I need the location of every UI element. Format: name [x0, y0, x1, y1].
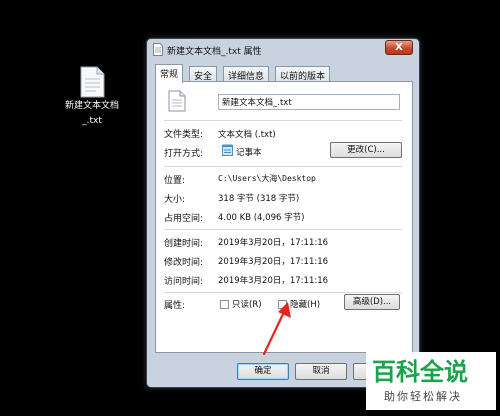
close-button[interactable]: X: [385, 40, 413, 55]
svg-text:百科全说: 百科全说: [372, 358, 468, 386]
accessed-label: 访问时间:: [164, 277, 204, 287]
modified-value: 2019年3月20日，17:11:16: [218, 257, 329, 267]
tab-general[interactable]: 常规: [155, 64, 184, 83]
file-name-input[interactable]: [218, 94, 400, 110]
hidden-label[interactable]: 隐藏(H): [290, 298, 320, 310]
opens-with-label: 打开方式:: [164, 149, 204, 159]
created-value: 2019年3月20日，17:11:16: [218, 238, 329, 248]
accessed-value: 2019年3月20日，17:11:16: [218, 276, 329, 286]
divider: [164, 229, 402, 230]
location-value: C:\Users\大海\Desktop: [218, 174, 316, 183]
text-file-icon: [80, 66, 105, 98]
watermark: 百科全说 助你轻松解决: [366, 352, 496, 410]
notepad-icon: [222, 144, 233, 156]
opens-with-value: 记事本: [236, 148, 262, 158]
text-file-icon: [168, 90, 186, 112]
annotation-arrow-icon: [262, 302, 291, 356]
attributes-label: 属性:: [164, 301, 186, 311]
modified-label: 修改时间:: [164, 258, 204, 268]
watermark-subtitle: 助你轻松解决: [384, 390, 462, 403]
watermark-logo: 百科全说: [372, 358, 468, 386]
desktop-file[interactable]: 新建文本文档 _.txt: [62, 66, 122, 128]
change-button[interactable]: 更改(C)...: [330, 142, 402, 158]
size-value: 318 字节 (318 字节): [218, 194, 300, 204]
created-label: 创建时间:: [164, 239, 204, 249]
file-type-label: 文件类型:: [164, 130, 204, 140]
desktop-file-label-line1: 新建文本文档: [64, 101, 119, 111]
window-title: 新建文本文档_.txt 属性: [167, 47, 262, 57]
tab-previous-versions[interactable]: 以前的版本: [275, 66, 331, 82]
title-bar[interactable]: 新建文本文档_.txt 属性 X: [147, 39, 419, 61]
readonly-checkbox[interactable]: [220, 300, 229, 309]
text-file-icon: [153, 43, 163, 56]
tab-details[interactable]: 详细信息: [223, 66, 270, 82]
size-on-disk-value: 4.00 KB (4,096 字节): [218, 213, 305, 223]
desktop-file-label-line2: _.txt: [82, 116, 102, 126]
divider: [164, 120, 402, 121]
location-label: 位置:: [164, 176, 186, 186]
advanced-button[interactable]: 高级(D)...: [344, 294, 400, 310]
cancel-button[interactable]: 取消: [295, 363, 347, 380]
divider: [164, 292, 402, 293]
size-label: 大小:: [164, 195, 186, 205]
divider: [164, 166, 402, 167]
tab-security[interactable]: 安全: [189, 66, 218, 82]
file-type-value: 文本文档 (.txt): [218, 130, 276, 140]
size-on-disk-label: 占用空间:: [164, 214, 204, 224]
ok-button[interactable]: 确定: [237, 363, 289, 380]
